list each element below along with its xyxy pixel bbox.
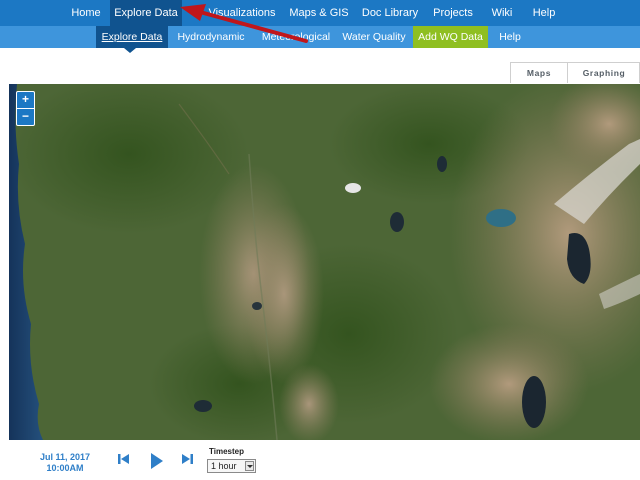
timestep-label: Timestep [209, 447, 244, 456]
nav-doc-library[interactable]: Doc Library [360, 0, 420, 26]
timestep-select[interactable]: 1 hour [207, 459, 256, 473]
nav-explore-data[interactable]: Explore Data [110, 0, 182, 26]
skip-back-icon[interactable] [118, 452, 130, 466]
satellite-map[interactable]: + − [9, 84, 640, 440]
subnav-help[interactable]: Help [494, 26, 526, 48]
top-nav: Home Explore Data Visualizations Maps & … [0, 0, 640, 26]
view-tabs: Maps Graphing [510, 62, 640, 83]
nav-help[interactable]: Help [528, 0, 560, 26]
zoom-control: + − [16, 91, 35, 126]
tab-maps[interactable]: Maps [511, 63, 568, 83]
nav-visualizations[interactable]: Visualizations [203, 0, 281, 26]
current-datetime: Jul 11, 2017 10:00AM [30, 452, 100, 474]
nav-maps-gis[interactable]: Maps & GIS [287, 0, 351, 26]
subnav-water-quality[interactable]: Water Quality [342, 26, 406, 48]
subnav-add-wq-data[interactable]: Add WQ Data [413, 26, 488, 48]
nav-home[interactable]: Home [63, 0, 109, 26]
subnav-hydrodynamic[interactable]: Hydrodynamic [176, 26, 246, 48]
timestep-value: 1 hour [211, 461, 237, 471]
active-tab-pointer [124, 48, 136, 53]
tab-graphing[interactable]: Graphing [568, 63, 640, 83]
zoom-in-button[interactable]: + [17, 92, 34, 109]
subnav-explore-data[interactable]: Explore Data [96, 26, 168, 48]
subnav-meteorological[interactable]: Meteorological [256, 26, 336, 48]
sub-nav: Explore Data Hydrodynamic Meteorological… [0, 26, 640, 48]
nav-projects[interactable]: Projects [430, 0, 476, 26]
dropdown-arrow-icon [245, 461, 254, 471]
current-time: 10:00AM [46, 463, 84, 473]
satellite-imagery [9, 84, 640, 440]
zoom-out-button[interactable]: − [17, 109, 34, 125]
skip-forward-icon[interactable] [181, 452, 193, 466]
play-icon[interactable] [150, 453, 164, 469]
nav-wiki[interactable]: Wiki [488, 0, 516, 26]
current-date: Jul 11, 2017 [39, 452, 91, 462]
